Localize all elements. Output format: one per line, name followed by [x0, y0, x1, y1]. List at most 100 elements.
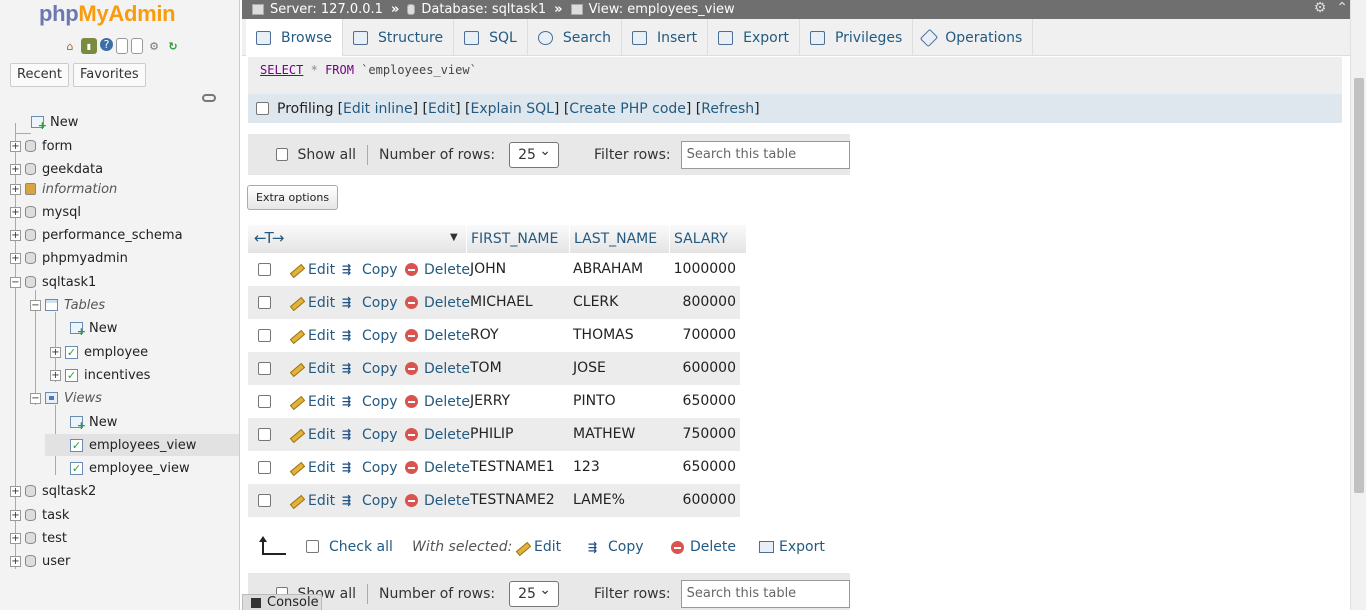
cell-salary[interactable]: 1000000 [673, 253, 736, 286]
cell-first-name[interactable]: TESTNAME1 [470, 451, 555, 484]
cell-salary[interactable]: 650000 [673, 385, 736, 418]
expand-icon[interactable]: + [10, 509, 21, 521]
row-copy-button[interactable]: ⇶ Copy [342, 418, 398, 451]
row-checkbox[interactable] [258, 296, 271, 309]
expand-icon[interactable]: + [10, 485, 21, 497]
expand-icon[interactable]: + [10, 163, 21, 175]
cell-first-name[interactable]: PHILIP [470, 418, 513, 451]
row-copy-button[interactable]: ⇶ Copy [342, 253, 398, 286]
row-edit-button[interactable]: Edit [288, 253, 335, 286]
refresh-link[interactable]: Refresh [701, 101, 754, 117]
tab-operations[interactable]: Operations [913, 19, 1034, 56]
reload-icon[interactable]: ↻ [165, 38, 181, 54]
tree-item-new-table[interactable]: New [70, 317, 117, 339]
collapse-icon[interactable]: − [30, 392, 41, 404]
column-resize-arrows-icon[interactable]: ←T→ [254, 229, 284, 247]
tree-item-performance-schema[interactable]: + performance_schema [10, 224, 183, 246]
edit-link[interactable]: Edit [428, 101, 455, 117]
cell-salary[interactable]: 600000 [673, 484, 736, 517]
bulk-edit-button[interactable]: Edit [514, 534, 561, 560]
recent-tab[interactable]: Recent [10, 63, 69, 87]
filter-rows-input[interactable]: Search this table [680, 140, 851, 169]
tree-item-views[interactable]: − Views [30, 387, 102, 409]
expand-icon[interactable]: + [10, 555, 21, 567]
cell-first-name[interactable]: JOHN [470, 253, 506, 286]
cell-last-name[interactable]: PINTO [573, 385, 616, 418]
cell-first-name[interactable]: ROY [470, 319, 499, 352]
row-delete-button[interactable]: Delete [405, 451, 470, 484]
cell-last-name[interactable]: CLERK [573, 286, 618, 319]
tree-item-employee[interactable]: + ✓ employee [50, 341, 148, 363]
tree-item-sqltask2[interactable]: + sqltask2 [10, 480, 96, 502]
tree-item-information[interactable]: + information [10, 178, 117, 200]
row-delete-button[interactable]: Delete [405, 319, 470, 352]
expand-icon[interactable]: + [50, 346, 61, 358]
tree-item-geekdata[interactable]: + geekdata [10, 158, 103, 180]
row-checkbox[interactable] [258, 428, 271, 441]
cell-last-name[interactable]: MATHEW [573, 418, 635, 451]
sort-options-icon[interactable]: ▼ [450, 232, 458, 243]
bulk-export-button[interactable]: Export [759, 534, 825, 560]
tree-item-tables[interactable]: − Tables [30, 294, 105, 316]
link-with-main-panel-icon[interactable] [202, 94, 216, 102]
cell-last-name[interactable]: ABRAHAM [573, 253, 643, 286]
cell-salary[interactable]: 650000 [673, 451, 736, 484]
gear-icon[interactable]: ⚙ [146, 38, 162, 54]
docs2-icon[interactable] [131, 38, 143, 54]
row-checkbox[interactable] [258, 494, 271, 507]
tab-export[interactable]: Export [708, 19, 800, 56]
logout-icon[interactable]: ▮ [81, 38, 97, 54]
tree-item-test[interactable]: + test [10, 527, 67, 549]
row-copy-button[interactable]: ⇶ Copy [342, 352, 398, 385]
row-copy-button[interactable]: ⇶ Copy [342, 286, 398, 319]
create-php-code-link[interactable]: Create PHP code [569, 101, 686, 117]
expand-icon[interactable]: + [50, 369, 61, 381]
row-delete-button[interactable]: Delete [405, 385, 470, 418]
column-header-first-name[interactable]: FIRST_NAME [466, 225, 568, 253]
tree-item-phpmyadmin[interactable]: + phpmyadmin [10, 247, 128, 269]
collapse-icon[interactable]: − [10, 276, 21, 288]
expand-icon[interactable]: + [10, 206, 21, 218]
profiling-checkbox[interactable] [256, 102, 269, 115]
row-copy-button[interactable]: ⇶ Copy [342, 319, 398, 352]
tree-item-task[interactable]: + task [10, 504, 69, 526]
tree-item-user[interactable]: + user [10, 550, 70, 572]
breadcrumb-view[interactable]: View: employees_view [589, 2, 735, 17]
cell-salary[interactable]: 750000 [673, 418, 736, 451]
tree-item-new-view[interactable]: New [70, 411, 117, 433]
expand-icon[interactable]: + [10, 140, 21, 152]
row-edit-button[interactable]: Edit [288, 319, 335, 352]
row-checkbox[interactable] [258, 362, 271, 375]
tree-item-mysql[interactable]: + mysql [10, 201, 81, 223]
tree-item-incentives[interactable]: + ✓ incentives [50, 364, 150, 386]
bulk-delete-button[interactable]: Delete [671, 534, 736, 560]
vertical-scrollbar[interactable] [1350, 0, 1366, 610]
settings-gear-icon[interactable]: ⚙ [1314, 0, 1327, 16]
tree-item-new[interactable]: New [15, 111, 78, 134]
rows-select[interactable]: 25 [509, 141, 559, 168]
docs-icon[interactable] [116, 38, 128, 54]
row-edit-button[interactable]: Edit [288, 385, 335, 418]
tree-item-employee-view[interactable]: ✓ employee_view [70, 457, 190, 479]
explain-sql-link[interactable]: Explain SQL [471, 101, 554, 117]
row-checkbox[interactable] [258, 263, 271, 276]
cell-first-name[interactable]: MICHAEL [470, 286, 533, 319]
console-toggle[interactable]: Console [242, 594, 322, 610]
cell-last-name[interactable]: THOMAS [573, 319, 634, 352]
row-copy-button[interactable]: ⇶ Copy [342, 385, 398, 418]
extra-options-button[interactable]: Extra options [247, 185, 339, 210]
expand-icon[interactable]: + [10, 183, 21, 195]
cell-salary[interactable]: 700000 [673, 319, 736, 352]
check-all-label[interactable]: Check all [329, 534, 393, 560]
collapse-icon[interactable]: ⌃ [1336, 0, 1348, 16]
tree-item-employees-view[interactable]: ✓ employees_view [45, 434, 239, 456]
home-icon[interactable]: ⌂ [62, 38, 78, 54]
row-copy-button[interactable]: ⇶ Copy [342, 451, 398, 484]
row-delete-button[interactable]: Delete [405, 253, 470, 286]
row-edit-button[interactable]: Edit [288, 451, 335, 484]
column-header-salary[interactable]: SALARY [669, 225, 740, 253]
row-checkbox[interactable] [258, 329, 271, 342]
tab-structure[interactable]: Structure [343, 19, 455, 56]
row-edit-button[interactable]: Edit [288, 418, 335, 451]
help-icon[interactable]: ? [100, 38, 113, 51]
